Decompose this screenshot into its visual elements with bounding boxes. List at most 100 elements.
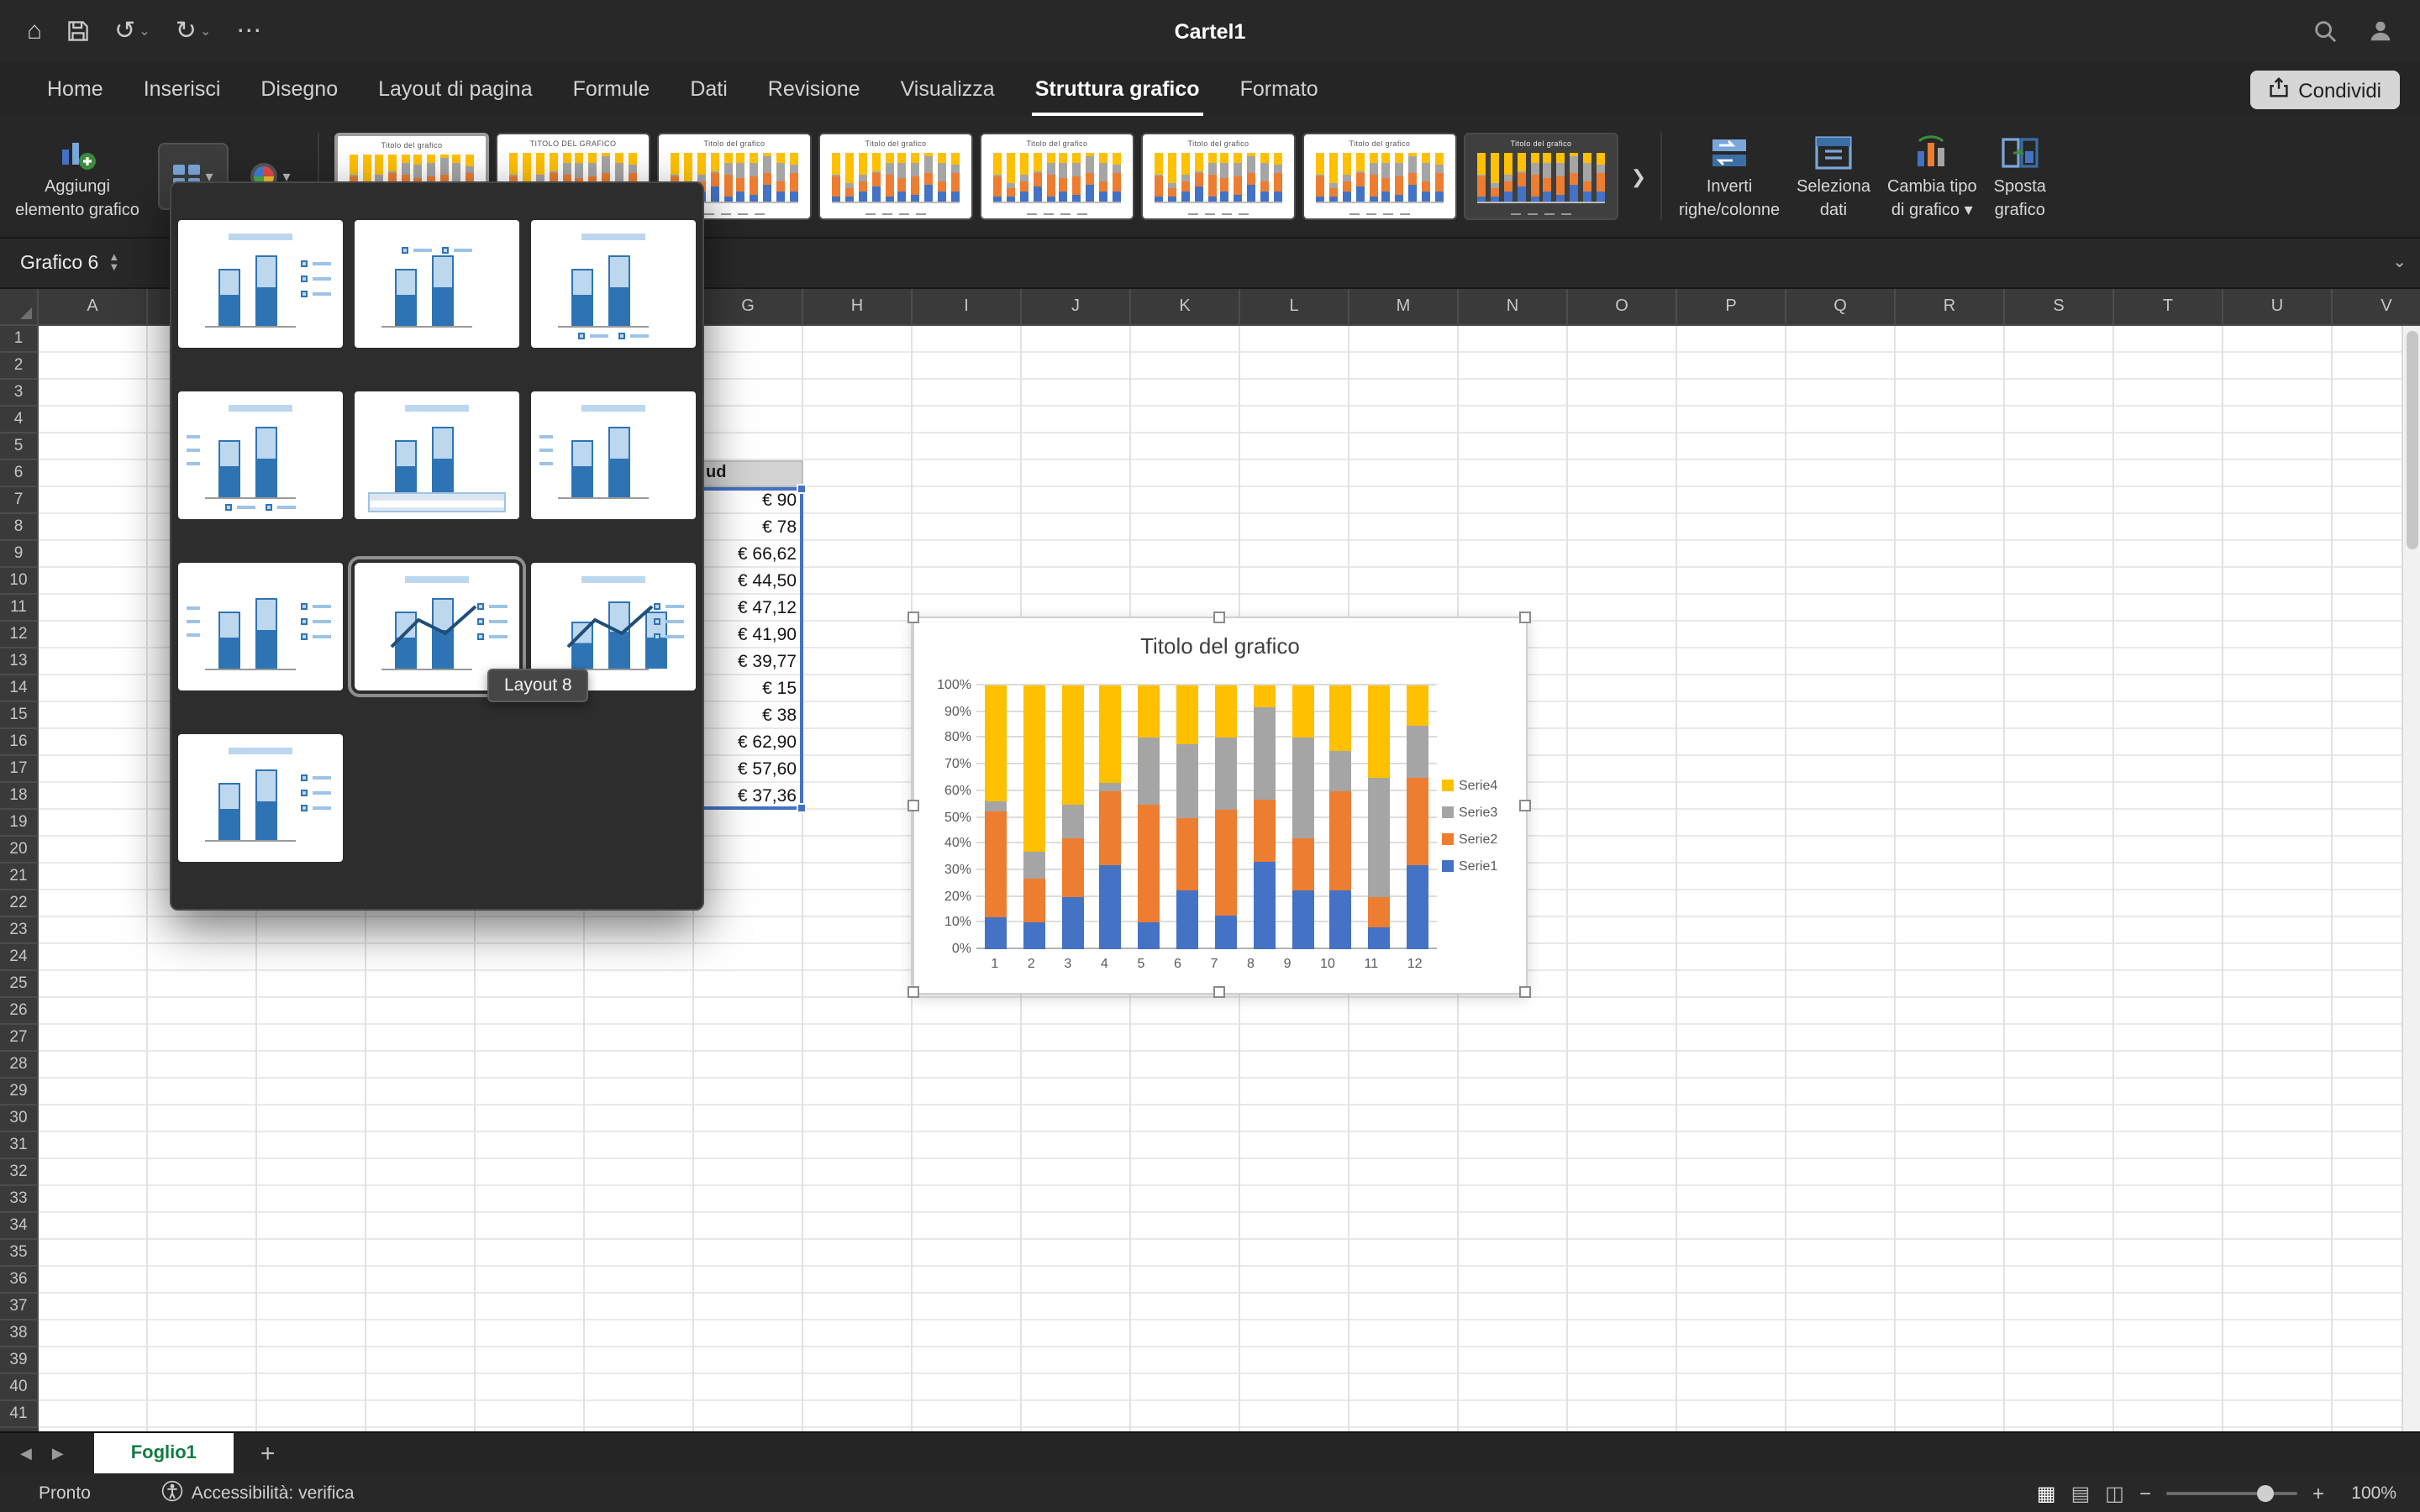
tab-inserisci[interactable]: Inserisci: [124, 62, 241, 116]
chart-selection-handle[interactable]: [908, 799, 919, 811]
gallery-next-icon[interactable]: ❯: [1625, 133, 1652, 220]
search-icon[interactable]: [2312, 18, 2338, 44]
row-header-6[interactable]: 6: [0, 460, 39, 487]
vertical-scrollbar-thumb[interactable]: [2407, 331, 2418, 549]
add-sheet-icon[interactable]: +: [260, 1441, 276, 1466]
column-header-Q[interactable]: Q: [1786, 289, 1896, 326]
tab-disegno[interactable]: Disegno: [240, 62, 358, 116]
row-header-38[interactable]: 38: [0, 1320, 39, 1347]
save-icon[interactable]: [67, 20, 89, 42]
column-header-M[interactable]: M: [1349, 289, 1459, 326]
redo-menu-chevron-icon[interactable]: ⌄: [200, 18, 211, 44]
layout-option-layout-4[interactable]: [178, 391, 343, 519]
column-header-O[interactable]: O: [1568, 289, 1677, 326]
chart-bar-11[interactable]: [1368, 685, 1390, 949]
zoom-level[interactable]: 100%: [2339, 1483, 2396, 1503]
sheet-tab-foglio1[interactable]: Foglio1: [94, 1432, 234, 1474]
chart-bar-12[interactable]: [1407, 685, 1428, 949]
legend-item-serie3[interactable]: Serie3: [1442, 805, 1497, 820]
legend-item-serie2[interactable]: Serie2: [1442, 832, 1497, 847]
row-header-7[interactable]: 7: [0, 487, 39, 514]
page-break-view-icon[interactable]: ◫: [2105, 1483, 2124, 1503]
chart-style-8[interactable]: Titolo del grafico: [1464, 133, 1618, 220]
row-header-40[interactable]: 40: [0, 1374, 39, 1401]
column-header-S[interactable]: S: [2005, 289, 2114, 326]
change-chart-type-button[interactable]: Cambia tipodi grafico ▾: [1879, 116, 1986, 237]
row-header-2[interactable]: 2: [0, 353, 39, 380]
layout-option-layout-10[interactable]: [178, 734, 343, 862]
chart-style-6[interactable]: Titolo del grafico: [1141, 133, 1296, 220]
chart-bar-4[interactable]: [1100, 685, 1122, 949]
layout-option-layout-3[interactable]: [531, 220, 696, 348]
accessibility-status[interactable]: Accessibilità: verifica: [161, 1479, 355, 1506]
row-header-8[interactable]: 8: [0, 514, 39, 541]
row-header-41[interactable]: 41: [0, 1401, 39, 1428]
chart-bar-10[interactable]: [1330, 685, 1352, 949]
column-header-K[interactable]: K: [1131, 289, 1240, 326]
vertical-scrollbar[interactable]: [2402, 326, 2420, 1431]
undo-icon[interactable]: ↺⌄: [114, 18, 150, 44]
tab-formule[interactable]: Formule: [553, 62, 671, 116]
select-all-corner[interactable]: [0, 289, 39, 326]
row-header-29[interactable]: 29: [0, 1079, 39, 1105]
move-chart-button[interactable]: Spostagrafico: [1986, 116, 2054, 237]
chart-bar-3[interactable]: [1061, 685, 1083, 949]
account-person-icon[interactable]: [2368, 18, 2393, 44]
tab-layout-di-pagina[interactable]: Layout di pagina: [358, 62, 553, 116]
share-button[interactable]: Condividi: [2249, 71, 2400, 109]
row-header-9[interactable]: 9: [0, 541, 39, 568]
row-header-27[interactable]: 27: [0, 1025, 39, 1052]
layout-option-layout-2[interactable]: [355, 220, 519, 348]
sheet-nav-left-icon[interactable]: ◀: [20, 1444, 32, 1462]
sheet-nav-right-icon[interactable]: ▶: [52, 1444, 64, 1462]
chart-style-7[interactable]: Titolo del grafico: [1302, 133, 1457, 220]
home-icon[interactable]: ⌂: [27, 18, 42, 44]
chart-legend[interactable]: Serie4Serie3Serie2Serie1: [1442, 778, 1497, 874]
column-header-R[interactable]: R: [1896, 289, 2005, 326]
row-header-25[interactable]: 25: [0, 971, 39, 998]
chart-selection-handle[interactable]: [1519, 799, 1531, 811]
row-header-21[interactable]: 21: [0, 864, 39, 890]
column-header-P[interactable]: P: [1677, 289, 1786, 326]
tab-visualizza[interactable]: Visualizza: [881, 62, 1015, 116]
formula-bar-expand-icon[interactable]: ⌄: [2392, 254, 2407, 272]
row-header-23[interactable]: 23: [0, 917, 39, 944]
range-handle[interactable]: [797, 484, 807, 494]
chart-selection-handle[interactable]: [1519, 986, 1531, 998]
row-header-10[interactable]: 10: [0, 568, 39, 595]
zoom-slider[interactable]: [2166, 1491, 2297, 1494]
page-layout-view-icon[interactable]: ▤: [2071, 1483, 2091, 1503]
chart-style-4[interactable]: Titolo del grafico: [818, 133, 973, 220]
name-box-stepper[interactable]: ▲▼: [108, 254, 119, 272]
chart-title[interactable]: Titolo del grafico: [914, 633, 1526, 659]
chart-bar-5[interactable]: [1138, 685, 1160, 949]
tab-home[interactable]: Home: [27, 62, 124, 116]
chart-bar-6[interactable]: [1176, 685, 1198, 949]
row-header-24[interactable]: 24: [0, 944, 39, 971]
row-header-12[interactable]: 12: [0, 622, 39, 648]
column-header-N[interactable]: N: [1459, 289, 1568, 326]
tab-struttura-grafico[interactable]: Struttura grafico: [1015, 62, 1220, 116]
tab-revisione[interactable]: Revisione: [748, 62, 881, 116]
layout-option-layout-6[interactable]: [531, 391, 696, 519]
chart-selection-handle[interactable]: [1213, 986, 1225, 998]
legend-item-serie4[interactable]: Serie4: [1442, 778, 1497, 793]
column-header-V[interactable]: V: [2333, 289, 2420, 326]
row-header-17[interactable]: 17: [0, 756, 39, 783]
row-header-15[interactable]: 15: [0, 702, 39, 729]
chart-selection-handle[interactable]: [908, 986, 919, 998]
chart-bar-8[interactable]: [1253, 685, 1275, 949]
zoom-slider-knob[interactable]: [2257, 1484, 2274, 1501]
chart-bar-9[interactable]: [1292, 685, 1313, 949]
chart-bar-2[interactable]: [1023, 685, 1044, 949]
row-header-39[interactable]: 39: [0, 1347, 39, 1374]
zoom-in-icon[interactable]: +: [2312, 1481, 2324, 1504]
column-header-G[interactable]: G: [694, 289, 803, 326]
column-header-U[interactable]: U: [2223, 289, 2333, 326]
row-header-20[interactable]: 20: [0, 837, 39, 864]
row-header-3[interactable]: 3: [0, 380, 39, 407]
row-header-34[interactable]: 34: [0, 1213, 39, 1240]
row-header-19[interactable]: 19: [0, 810, 39, 837]
row-header-16[interactable]: 16: [0, 729, 39, 756]
row-header-31[interactable]: 31: [0, 1132, 39, 1159]
